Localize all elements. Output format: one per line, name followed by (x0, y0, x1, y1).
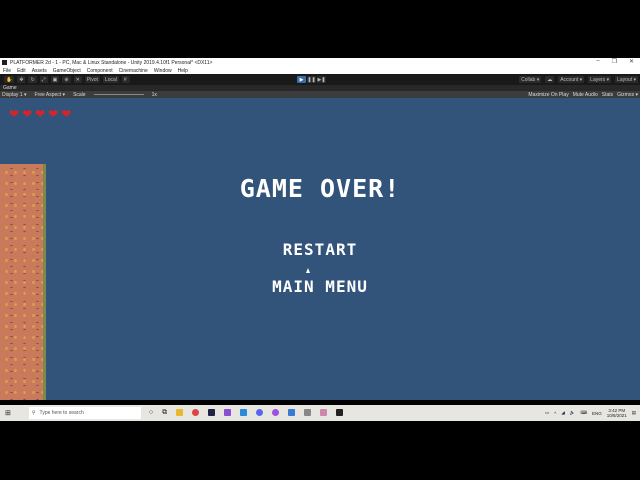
game-view-bar: Display 1 ▾ Free Aspect ▾ Scale 1x Maxim… (0, 91, 640, 98)
main-menu-button[interactable]: MAIN MENU (0, 277, 640, 296)
pivot-button[interactable]: Pivot (84, 76, 100, 83)
network-icon[interactable]: ◢ (561, 410, 564, 416)
collab-button[interactable]: Collab ▾ (519, 76, 542, 83)
move-tool-icon[interactable]: ✥ (17, 76, 26, 83)
play-button[interactable]: ▶ (297, 76, 306, 83)
mute-audio-toggle[interactable]: Mute Audio (573, 92, 598, 98)
maximize-button[interactable]: ❐ (612, 58, 617, 65)
local-button[interactable]: Local (102, 76, 119, 83)
app-icon[interactable] (320, 409, 328, 416)
display-dropdown[interactable]: Display 1 ▾ (2, 92, 26, 98)
cloud-icon[interactable]: ☁ (545, 76, 555, 83)
custom-tool-icon[interactable]: ✕ (73, 76, 82, 83)
app-icon[interactable] (272, 409, 280, 416)
scale-slider[interactable] (93, 94, 144, 95)
menu-window[interactable]: Window (154, 68, 172, 74)
discord-icon[interactable] (256, 409, 264, 416)
scale-tool-icon[interactable]: ⤢ (39, 76, 48, 83)
account-dropdown[interactable]: Account ▾ (558, 76, 585, 83)
stats-toggle[interactable]: Stats (602, 92, 613, 98)
toolbar: ✋ ✥ ↻ ⤢ ▣ ⊕ ✕ Pivot Local # ▶ ❚❚ ▶❚ Coll… (0, 74, 640, 85)
gizmos-dropdown[interactable]: Gizmos ▾ (617, 92, 638, 98)
window-title: PLATFORMER 2d - 1 - PC, Mac & Linux Stan… (10, 59, 213, 66)
visual-studio-icon[interactable] (224, 409, 232, 416)
app-icon[interactable] (288, 409, 296, 416)
health-hearts: ❤ ❤ ❤ ❤ ❤ (9, 107, 71, 121)
heart-icon: ❤ (35, 107, 46, 121)
restart-button[interactable]: RESTART (0, 240, 640, 259)
taskbar-search[interactable]: ⚲ Type here to search (28, 407, 141, 419)
keyboard-icon[interactable]: ⌨ (580, 410, 587, 416)
heart-icon: ❤ (22, 107, 33, 121)
hand-tool-icon[interactable]: ✋ (4, 76, 15, 83)
minimize-button[interactable]: – (596, 58, 599, 65)
maximize-on-play-toggle[interactable]: Maximize On Play (528, 92, 568, 98)
game-over-title: GAME OVER! (239, 174, 401, 203)
notifications-icon[interactable]: ▤ (632, 410, 636, 416)
chrome-icon[interactable] (192, 409, 200, 416)
rotate-tool-icon[interactable]: ↻ (28, 76, 37, 83)
aspect-dropdown[interactable]: Free Aspect ▾ (34, 92, 65, 98)
cortana-icon[interactable]: ○ (149, 409, 153, 417)
scale-label: Scale (73, 91, 86, 98)
pause-button[interactable]: ❚❚ (307, 76, 316, 83)
menu-assets[interactable]: Assets (32, 68, 47, 74)
game-view: ❤ ❤ ❤ ❤ ❤ GAME OVER! RESTART MAIN MENU (0, 98, 640, 400)
rect-tool-icon[interactable]: ▣ (50, 76, 60, 83)
transform-tool-icon[interactable]: ⊕ (62, 76, 71, 83)
menu-gameobject[interactable]: GameObject (53, 68, 81, 74)
unity-taskbar-icon[interactable] (336, 409, 344, 416)
layout-dropdown[interactable]: Layout ▾ (615, 76, 638, 83)
file-explorer-icon[interactable] (176, 409, 184, 416)
grid-snap-icon[interactable]: # (121, 76, 130, 83)
windows-start-icon[interactable]: ⊞ (5, 409, 11, 417)
unity-logo-icon (2, 60, 7, 65)
mouse-cursor-icon (306, 268, 310, 273)
menu-bar: File Edit Assets GameObject Component Ci… (0, 67, 640, 74)
menu-help[interactable]: Help (178, 68, 188, 74)
heart-icon: ❤ (9, 107, 20, 121)
vscode-icon[interactable] (240, 409, 248, 416)
menu-component[interactable]: Component (87, 68, 113, 74)
heart-icon: ❤ (48, 107, 59, 121)
menu-edit[interactable]: Edit (17, 68, 26, 74)
title-bar: PLATFORMER 2d - 1 - PC, Mac & Linux Stan… (0, 58, 640, 67)
volume-icon[interactable]: 🔈 (570, 410, 576, 416)
scale-value: 1x (151, 91, 157, 98)
date: 10/8/2021 (606, 413, 627, 418)
app-icon[interactable] (304, 409, 312, 416)
menu-cinemachine[interactable]: Cinemachine (119, 68, 148, 74)
language-indicator[interactable]: ENG (592, 411, 602, 416)
heart-icon: ❤ (61, 107, 72, 121)
taskbar: ⊞ ⚲ Type here to search ○ ⧉ ▭ ^ ◢ 🔈 ⌨ EN… (0, 405, 640, 421)
menu-file[interactable]: File (3, 68, 11, 74)
search-placeholder: Type here to search (39, 410, 84, 416)
step-button[interactable]: ▶❚ (317, 76, 326, 83)
tray-app-icon[interactable]: ▭ (545, 410, 549, 416)
clock[interactable]: 3:42 PM 10/8/2021 (607, 408, 627, 418)
layers-dropdown[interactable]: Layers ▾ (588, 76, 612, 83)
close-button[interactable]: ✕ (629, 58, 634, 65)
task-view-icon[interactable]: ⧉ (162, 409, 167, 417)
search-icon: ⚲ (31, 410, 36, 416)
tray-chevron-icon[interactable]: ^ (554, 411, 556, 416)
terminal-icon[interactable] (208, 409, 216, 416)
